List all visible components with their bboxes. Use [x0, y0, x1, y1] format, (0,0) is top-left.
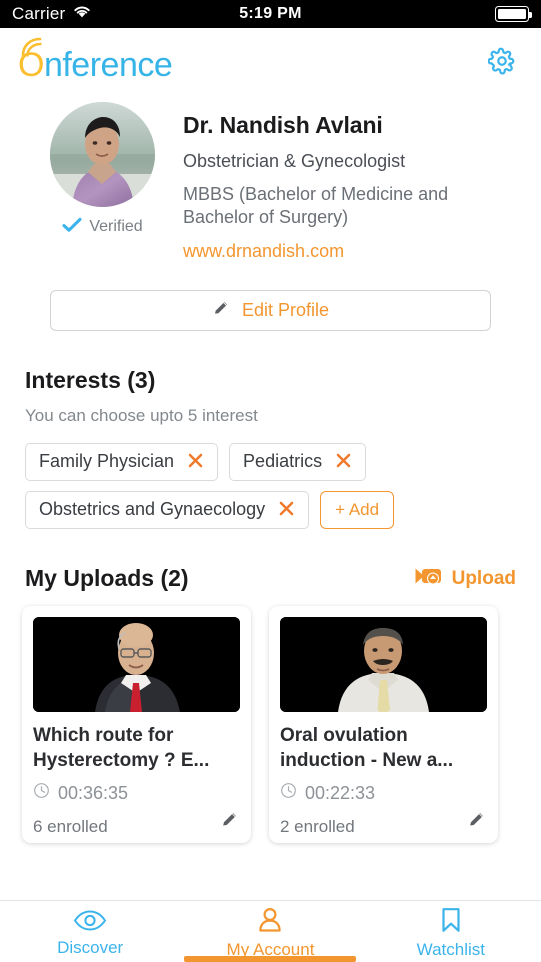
clock-label: 5:19 PM	[239, 5, 302, 22]
tab-watchlist[interactable]: Watchlist	[361, 901, 541, 962]
logo-remaining-letters: nference	[43, 46, 173, 84]
profile-details: Dr. Nandish Avlani Obstetrician & Gyneco…	[165, 102, 483, 262]
battery-full-icon	[495, 6, 532, 22]
logo-first-letter: O	[18, 46, 44, 84]
upload-card-footer: 2 enrolled	[280, 808, 487, 837]
interest-chip-label: Obstetrics and Gynaecology	[39, 499, 266, 520]
interests-section: Interests (3) You can choose upto 5 inte…	[0, 367, 541, 530]
status-bar: Carrier 5:19 PM	[0, 0, 541, 28]
logo-wordmark: Onference	[18, 46, 173, 84]
close-x-icon[interactable]	[278, 500, 295, 520]
eye-icon	[73, 909, 107, 936]
profile-specialty: Obstetrician & Gynecologist	[183, 151, 406, 171]
verified-badge: Verified	[62, 217, 143, 237]
edit-profile-button[interactable]: Edit Profile	[50, 290, 491, 332]
clock-icon	[33, 782, 50, 804]
profile-degree: MBBS (Bachelor of Medicine and Bachelor …	[183, 184, 449, 228]
status-bar-right	[495, 6, 532, 22]
upload-label: Upload	[451, 567, 516, 589]
page-title: Dr. Nandish Avlani	[183, 112, 383, 138]
uploads-title: My Uploads (2)	[25, 565, 189, 592]
edit-profile-label: Edit Profile	[241, 300, 330, 321]
video-upload-icon	[414, 565, 444, 592]
uploads-card-list: Which route for Hysterectomy ? E... 00:3…	[0, 606, 541, 844]
upload-card-title: Oral ovulation induction - New a...	[280, 725, 454, 772]
tab-discover[interactable]: Discover	[0, 901, 180, 962]
user-avatar-photo[interactable]	[50, 102, 155, 207]
tab-discover-label: Discover	[57, 937, 124, 957]
add-interest-button[interactable]: + Add	[320, 491, 395, 530]
tab-my-account[interactable]: My Account	[180, 901, 360, 962]
close-x-icon[interactable]	[187, 452, 204, 472]
upload-button[interactable]: Upload	[414, 565, 516, 592]
tab-watchlist-label: Watchlist	[416, 940, 485, 959]
upload-card-title: Which route for Hysterectomy ? E...	[33, 725, 210, 772]
app-header: Onference	[0, 28, 541, 94]
close-x-icon[interactable]	[335, 452, 352, 472]
upload-card[interactable]: Which route for Hysterectomy ? E... 00:3…	[22, 606, 251, 844]
interest-chip[interactable]: Pediatrics	[229, 443, 367, 482]
upload-card-duration-text: 00:36:35	[58, 782, 129, 803]
person-icon	[257, 907, 283, 938]
video-thumbnail-speaker-1[interactable]	[33, 617, 240, 713]
active-tab-indicator	[184, 956, 357, 962]
bottom-tab-bar: Discover My Account Watchlist	[0, 900, 541, 962]
app-root: Carrier 5:19 PM Onference Verified Dr. N…	[0, 0, 541, 962]
gear-icon[interactable]	[485, 44, 519, 78]
pencil-icon[interactable]	[461, 808, 487, 837]
app-logo: Onference	[18, 37, 173, 84]
verified-label: Verified	[89, 218, 143, 235]
profile-website-link[interactable]: www.drnandish.com	[183, 241, 483, 262]
upload-card[interactable]: Oral ovulation induction - New a... 00:2…	[269, 606, 498, 844]
profile-avatar-column: Verified	[40, 102, 165, 262]
bookmark-icon	[440, 907, 462, 938]
upload-card-duration-text: 00:22:33	[305, 782, 376, 803]
interest-chip-list: Family Physician Pediatrics Obstetrics a…	[25, 443, 516, 530]
uploads-header: My Uploads (2) Upload	[0, 565, 541, 592]
interests-subtitle: You can choose upto 5 interest	[25, 406, 258, 426]
upload-card-enrolled: 6 enrolled	[33, 817, 108, 837]
upload-card-enrolled: 2 enrolled	[280, 817, 355, 837]
interest-chip[interactable]: Obstetrics and Gynaecology	[25, 491, 310, 530]
upload-card-duration: 00:22:33	[280, 782, 487, 804]
profile-section: Verified Dr. Nandish Avlani Obstetrician…	[0, 94, 541, 262]
upload-card-footer: 6 enrolled	[33, 808, 240, 837]
interest-chip[interactable]: Family Physician	[25, 443, 219, 482]
pencil-icon[interactable]	[214, 808, 240, 837]
upload-card-duration: 00:36:35	[33, 782, 240, 804]
add-interest-label: + Add	[335, 500, 380, 520]
interests-title: Interests (3)	[25, 367, 156, 394]
video-thumbnail-speaker-2[interactable]	[280, 617, 487, 713]
interest-chip-label: Family Physician	[39, 451, 175, 472]
pencil-icon	[212, 299, 230, 322]
clock-icon	[280, 782, 297, 804]
check-icon	[62, 217, 82, 237]
interest-chip-label: Pediatrics	[243, 451, 323, 472]
